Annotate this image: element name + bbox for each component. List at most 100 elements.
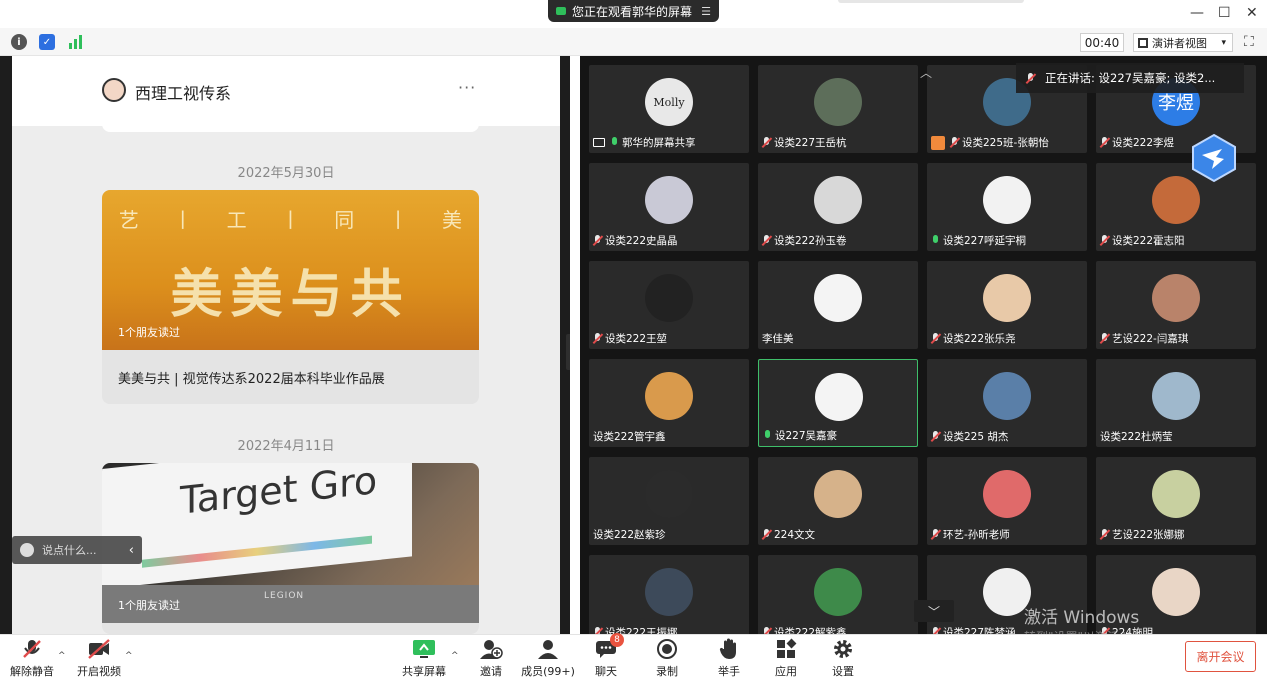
participant-tile[interactable]: 设类222管宇鑫 <box>589 359 749 447</box>
participant-name: 设227吴嘉豪 <box>775 430 838 442</box>
participant-name-row: 设类227呼延宇桐 <box>931 233 1026 248</box>
article-card-1[interactable]: 艺 丨 工 丨 同 丨 美 美美与共 1个朋友读过 美美与共 | 视觉传达系2022届本科毕… <box>102 190 479 404</box>
info-icon[interactable]: i <box>11 34 27 50</box>
share-screen-label: 共享屏幕 <box>402 665 446 678</box>
card-2-cover: Target Gro LEGION 1个朋友读过 <box>102 463 479 623</box>
participant-avatar <box>814 78 862 126</box>
screen-share-indicator[interactable]: 您正在观看郭华的屏幕 ☰ <box>548 0 719 22</box>
participant-name: 设类222孙玉卷 <box>774 235 847 247</box>
apps-label: 应用 <box>775 665 797 678</box>
gallery-scroll-up-icon[interactable]: ︿ <box>920 64 932 81</box>
article-card-2[interactable]: Target Gro LEGION 1个朋友读过 <box>102 463 479 634</box>
participant-name: 设类222王堃 <box>605 333 668 345</box>
participant-name: 设类227陈梦涵 <box>943 627 1016 634</box>
participant-name-row: 设类222霍志阳 <box>1100 233 1185 248</box>
muted-mic-icon <box>762 137 771 148</box>
cover-small-glyph: 艺 <box>118 208 139 232</box>
participant-tile[interactable]: 设类227王岳杭 <box>758 65 918 153</box>
participant-tile[interactable]: 设类222史晶晶 <box>589 163 749 251</box>
mic-on-icon <box>931 235 940 246</box>
participant-tile[interactable]: 设类222杜炳莹 <box>1096 359 1256 447</box>
unmute-button[interactable]: 解除静音 <box>0 637 67 679</box>
share-menu-icon[interactable]: ☰ <box>701 5 711 18</box>
date-label-1: 2022年5月30日 <box>237 166 335 181</box>
participant-tile[interactable]: 设227吴嘉豪 <box>758 359 918 447</box>
participant-name-row: 224文文 <box>762 527 815 542</box>
leave-meeting-button[interactable]: 离开会议 <box>1185 641 1256 672</box>
apps-grid-icon <box>774 637 798 661</box>
laptop-brand: LEGION <box>264 591 305 601</box>
participant-avatar <box>815 373 863 421</box>
participant-tile[interactable]: 设类222王振娜 <box>589 555 749 634</box>
participant-tile[interactable]: 艺设222张娜娜 <box>1096 457 1256 545</box>
close-button[interactable]: ✕ <box>1246 5 1258 21</box>
participant-tile[interactable]: 设类225 胡杰 <box>927 359 1087 447</box>
participant-name: 设类222管宇鑫 <box>593 431 666 443</box>
chat-button[interactable]: 8 聊天 <box>571 633 641 679</box>
participant-tile[interactable]: 设类222孙玉卷 <box>758 163 918 251</box>
participant-tile[interactable]: 设类227呼延宇桐 <box>927 163 1087 251</box>
card-1-caption: 美美与共 | 视觉传达系2022届本科毕业作品展 <box>102 350 479 404</box>
participant-tile[interactable]: 设类222赵紫珍 <box>589 457 749 545</box>
participant-tile[interactable]: 设类222王堃 <box>589 261 749 349</box>
cover-small-glyph: 丨 <box>388 208 409 232</box>
participant-avatar <box>814 470 862 518</box>
maximize-button[interactable]: ☐ <box>1218 5 1231 21</box>
minimize-button[interactable]: — <box>1190 5 1204 21</box>
gallery-scroll-down-icon[interactable]: ﹀ <box>914 600 954 622</box>
participant-name-row: 设类222张乐尧 <box>931 331 1016 346</box>
participant-name-row: 设类222李煜 <box>1100 135 1174 150</box>
settings-label: 设置 <box>832 665 854 678</box>
participant-avatar <box>814 176 862 224</box>
participant-name: 设类225 胡杰 <box>943 431 1009 443</box>
security-shield-icon[interactable]: ✓ <box>39 34 55 50</box>
more-options-icon[interactable]: ··· <box>458 78 476 97</box>
comment-input[interactable]: 说点什么... ‹ <box>12 536 142 564</box>
participant-tile[interactable]: Molly 郭华的屏幕共享 <box>589 65 749 153</box>
members-label: 成员(99+) <box>521 665 575 678</box>
share-screen-icon <box>412 637 436 661</box>
muted-mic-icon <box>931 431 940 442</box>
participant-name: 设类227呼延宇桐 <box>943 235 1027 247</box>
members-icon <box>536 637 560 661</box>
floating-assistant-icon[interactable] <box>1190 133 1238 183</box>
participant-tile[interactable]: 224文文 <box>758 457 918 545</box>
muted-mic-icon <box>1100 235 1109 246</box>
muted-mic-icon <box>762 627 771 634</box>
participant-tile[interactable]: 李佳美 <box>758 261 918 349</box>
account-name: 西理工视传系 <box>135 84 232 103</box>
meeting-window: 您正在观看郭华的屏幕 ☰ — ☐ ✕ i ✓ 00:40 演讲者视图 ▾ ⛶ 西… <box>0 0 1267 679</box>
participant-avatar <box>814 274 862 322</box>
mic-on-icon <box>610 137 619 148</box>
chevron-left-icon[interactable]: ‹ <box>129 543 134 558</box>
laptop-screen-text: Target Gro <box>180 463 378 523</box>
participant-tile[interactable]: 设类222张乐尧 <box>927 261 1087 349</box>
participant-avatar <box>814 568 862 616</box>
fullscreen-icon[interactable]: ⛶ <box>1244 34 1254 50</box>
pane-splitter[interactable]: › <box>566 334 570 370</box>
video-options-caret[interactable]: ^ <box>125 651 133 661</box>
participant-name: 设类222史晶晶 <box>605 235 678 247</box>
cover-big-title: 美美与共 <box>170 264 411 325</box>
add-user-icon <box>479 637 503 661</box>
participant-avatar <box>645 568 693 616</box>
participant-tile[interactable]: 设类222解紫鑫 <box>758 555 918 634</box>
participant-avatar <box>1152 470 1200 518</box>
view-mode-button[interactable]: 演讲者视图 ▾ <box>1133 33 1233 52</box>
participant-name-row: 设类222解紫鑫 <box>762 625 847 634</box>
start-video-button[interactable]: 开启视频 <box>64 637 134 679</box>
emoji-icon[interactable] <box>20 543 34 557</box>
record-button[interactable]: 录制 <box>632 637 702 679</box>
network-signal-icon[interactable] <box>68 34 84 50</box>
settings-button[interactable]: 设置 <box>808 637 878 679</box>
chat-unread-badge: 8 <box>610 633 624 647</box>
share-screen-button[interactable]: 共享屏幕 <box>389 637 459 679</box>
cover-small-glyph: 工 <box>226 208 247 232</box>
view-mode-label: 演讲者视图 <box>1152 36 1207 50</box>
participant-name-row: 设类225班-张朝怡 <box>931 135 1049 150</box>
participant-name: 224文文 <box>774 529 816 541</box>
participant-tile[interactable]: 艺设222-闫嘉琪 <box>1096 261 1256 349</box>
muted-mic-icon <box>1026 72 1035 84</box>
participant-tile[interactable]: 环艺-孙昕老师 <box>927 457 1087 545</box>
participant-name-row: 环艺-孙昕老师 <box>931 527 1010 542</box>
